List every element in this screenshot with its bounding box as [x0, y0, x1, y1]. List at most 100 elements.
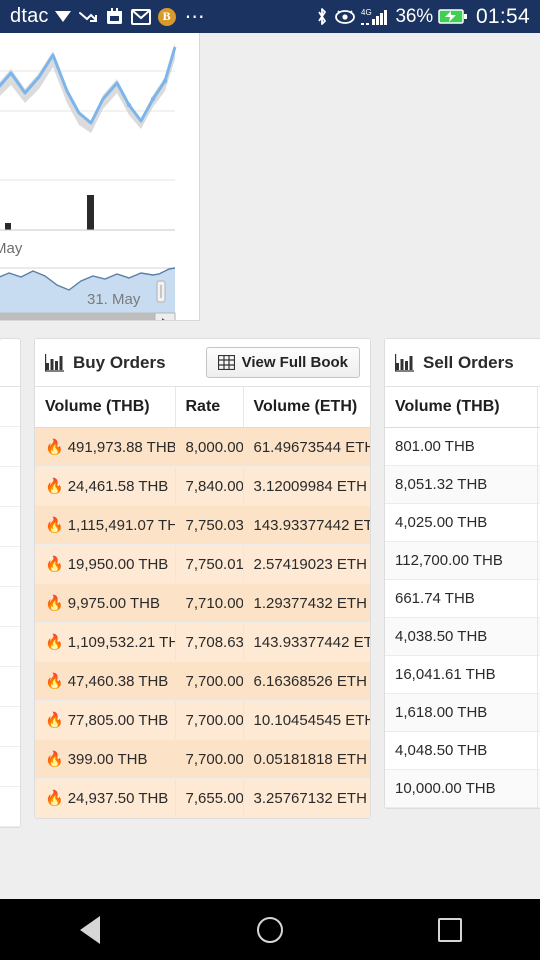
- table-row[interactable]: [0, 707, 20, 747]
- table-row[interactable]: 🔥 47,460.38 THB 7,700.00 6.16368526 ETH: [35, 661, 370, 701]
- cell-volume-thb-value: 47,460.38 THB: [67, 672, 169, 690]
- table-row[interactable]: [0, 787, 20, 827]
- column-header-volume-eth[interactable]: Volume (ETH): [242, 387, 370, 428]
- table-row[interactable]: 🔥 9,975.00 THB 7,710.00 1.29377432 ETH: [35, 583, 370, 623]
- table-row[interactable]: [0, 507, 20, 547]
- table-row[interactable]: 🔥 399.00 THB 7,700.00 0.05181818 ETH: [35, 739, 370, 779]
- cell-volume-thb: 16,041.61 THB: [385, 655, 537, 694]
- cell-volume-eth: 143.93377442 ETH: [242, 505, 370, 545]
- cell-volume-thb: 🔥 19,950.00 THB: [35, 544, 175, 584]
- cell-volume-eth: 61.49673544 ETH: [242, 427, 370, 467]
- 4g-signal-icon: 4G: [360, 7, 391, 26]
- cell-volume-thb: 4,038.50 THB: [385, 617, 537, 656]
- table-row[interactable]: 8,051.32 THB8,0: [385, 465, 540, 504]
- table-row[interactable]: 🔥 19,950.00 THB 7,750.01 2.57419023 ETH: [35, 544, 370, 584]
- cell-volume-thb: 4,048.50 THB: [385, 731, 537, 770]
- cell-rate: 7,708.63: [174, 622, 243, 662]
- table-row[interactable]: 1,618.00 THB8,0: [385, 693, 540, 732]
- table-row[interactable]: 🔥1,115,491.07 THB7,750.03143.93377442 ET…: [35, 505, 370, 545]
- view-full-book-button[interactable]: View Full Book: [205, 347, 360, 378]
- cell-volume-thb-value: 399.00 THB: [67, 750, 148, 768]
- table-row[interactable]: 4,038.50 THB8,0: [385, 617, 540, 656]
- cell-volume-thb: 🔥 77,805.00 THB: [35, 700, 175, 740]
- cell-rate: 7,840.00: [174, 466, 243, 506]
- cell-volume-thb-value: 9,975.00 THB: [67, 594, 160, 612]
- cell-rate: 7,700.00: [174, 700, 243, 740]
- view-full-book-label: View Full Book: [241, 354, 348, 371]
- table-row[interactable]: 16,041.61 THB8,0: [385, 655, 540, 694]
- column-header-rate[interactable]: Rate: [174, 387, 243, 428]
- fire-icon: 🔥: [45, 673, 64, 690]
- table-row[interactable]: [0, 667, 20, 707]
- android-navigation-bar: [0, 899, 540, 960]
- back-icon: [80, 915, 100, 944]
- bar-chart-icon: [45, 353, 64, 372]
- previous-panel-header-row: [0, 387, 20, 427]
- navigator-tick-label: 31. May: [87, 291, 141, 308]
- order-book-row: Buy Orders View Full Book Volume (THB) R…: [0, 338, 540, 833]
- cell-volume-eth: 2.57419023 ETH: [242, 544, 370, 584]
- status-bar-left: dtac B ⋯: [10, 4, 315, 29]
- cell-volume-thb: 112,700.00 THB: [385, 541, 537, 580]
- eye-icon: [334, 9, 356, 25]
- chart-scrollbar[interactable]: [0, 313, 175, 321]
- cell-volume-thb-value: 19,950.00 THB: [67, 555, 169, 573]
- cell-volume-thb-value: 77,805.00 THB: [67, 711, 169, 729]
- cell-volume-thb-value: 24,461.58 THB: [67, 477, 169, 495]
- table-row[interactable]: 4,048.50 THB8,0: [385, 731, 540, 770]
- table-row[interactable]: [0, 547, 20, 587]
- status-bar-right: 4G 36% 01:54: [315, 5, 531, 29]
- cell-rate: 7,750.01: [174, 544, 243, 584]
- cell-volume-eth: 0.05181818 ETH: [242, 739, 370, 779]
- cell-volume-eth: 6.16368526 ETH: [242, 661, 370, 701]
- table-row[interactable]: [0, 427, 20, 467]
- price-chart-card[interactable]: 00 31. May 31. May: [0, 33, 200, 321]
- fire-icon: 🔥: [45, 595, 64, 612]
- sell-orders-title: Sell Orders: [423, 352, 514, 372]
- webview-content: 00 31. May 31. May: [0, 33, 540, 899]
- fire-icon: 🔥: [45, 634, 64, 651]
- sell-orders-header-row: Volume (THB) Ra: [385, 387, 540, 428]
- table-row[interactable]: 112,700.00 THB8,0: [385, 541, 540, 580]
- chart-xtick-1: 31. May: [0, 240, 23, 257]
- cell-rate: 7,710.00: [174, 583, 243, 623]
- previous-panel-clipped[interactable]: [0, 338, 21, 828]
- table-row[interactable]: [0, 467, 20, 507]
- gmail-icon: [130, 8, 151, 25]
- more-dots-icon: ⋯: [184, 6, 206, 28]
- table-row[interactable]: 🔥 491,973.88 THB 8,000.00 61.49673544 ETH: [35, 427, 370, 467]
- bar-chart-icon: [395, 353, 414, 372]
- home-icon: [257, 916, 283, 943]
- table-row[interactable]: 10,000.00 THB8,0: [385, 769, 540, 808]
- table-row[interactable]: 🔥 77,805.00 THB 7,700.00 10.10454545 ETH: [35, 700, 370, 740]
- table-row[interactable]: 🔥 24,461.58 THB 7,840.00 3.12009984 ETH: [35, 466, 370, 506]
- recents-icon: [438, 917, 462, 942]
- cell-volume-thb-value: 1,115,491.07 THB: [67, 516, 175, 534]
- table-row[interactable]: 🔥1,109,532.21 THB7,708.63143.93377442 ET…: [35, 622, 370, 662]
- table-row[interactable]: 4,025.00 THB8,0: [385, 503, 540, 542]
- table-row[interactable]: 661.74 THB8,0: [385, 579, 540, 618]
- table-row[interactable]: [0, 627, 20, 667]
- back-button[interactable]: [30, 899, 150, 960]
- cell-volume-thb: 🔥 399.00 THB: [35, 739, 175, 779]
- table-row[interactable]: 801.00 THB8,0: [385, 427, 540, 466]
- chart-scroll-right-button[interactable]: [154, 312, 176, 321]
- fire-icon: 🔥: [45, 790, 64, 807]
- fire-icon: 🔥: [45, 478, 64, 495]
- cell-volume-thb: 🔥 491,973.88 THB: [35, 427, 175, 467]
- recents-button[interactable]: [390, 899, 510, 960]
- table-row[interactable]: 🔥 24,937.50 THB 7,655.00 3.25767132 ETH: [35, 778, 370, 818]
- table-row[interactable]: [0, 747, 20, 787]
- cell-volume-thb: 1,618.00 THB: [385, 693, 537, 732]
- battery-percent-label: 36%: [395, 5, 434, 27]
- table-row[interactable]: [0, 587, 20, 627]
- home-button[interactable]: [210, 899, 330, 960]
- buy-orders-table: Volume (THB) Rate Volume (ETH) 🔥 491,973.…: [35, 387, 370, 818]
- fire-icon: 🔥: [45, 556, 64, 573]
- column-header-volume-thb[interactable]: Volume (THB): [35, 387, 175, 428]
- clock-label: 01:54: [475, 4, 530, 28]
- calendar-icon: [105, 7, 124, 26]
- carrier-label: dtac: [10, 5, 49, 27]
- column-header-volume-thb[interactable]: Volume (THB): [385, 387, 537, 428]
- price-chart[interactable]: 00 31. May 31. May: [0, 33, 200, 321]
